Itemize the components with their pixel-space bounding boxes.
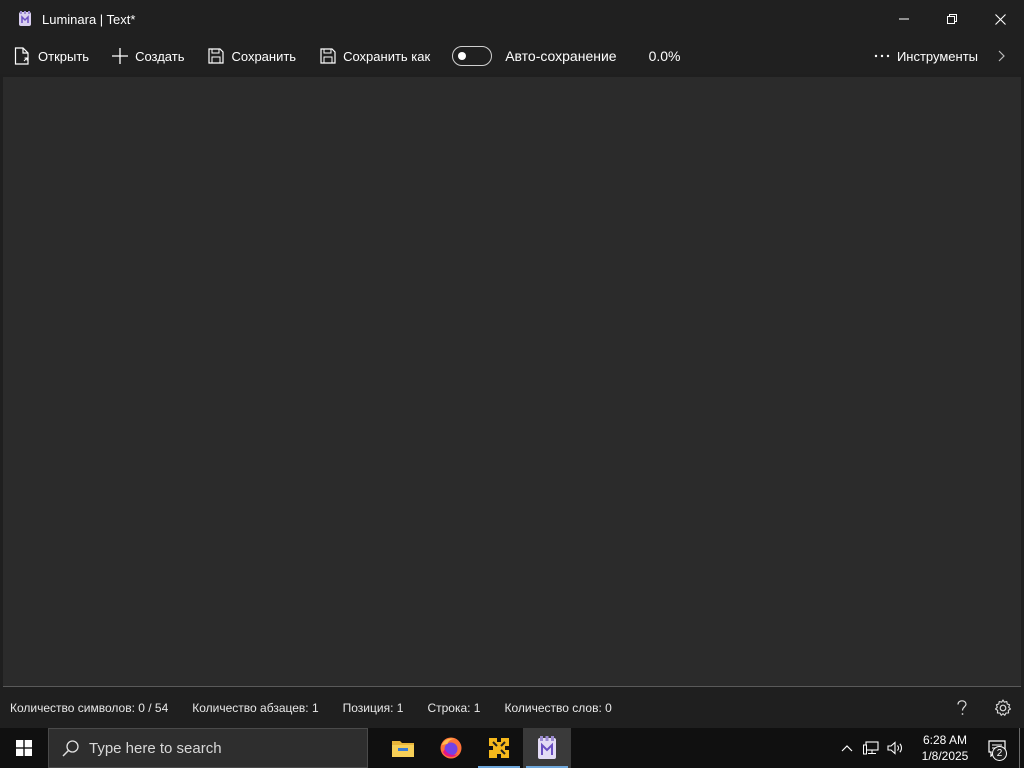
tools-label: Инструменты	[896, 48, 978, 64]
tray-overflow-button[interactable]	[835, 728, 859, 768]
clock-date: 1/8/2025	[921, 749, 969, 763]
taskbar: Type here to search 6:28 AM 1/8/2025 2	[0, 728, 1024, 768]
taskbar-search[interactable]: Type here to search	[48, 728, 368, 768]
save-as-button[interactable]: Сохранить как	[320, 38, 430, 74]
notification-center-button[interactable]: 2	[977, 728, 1017, 768]
tools-button[interactable]: Инструменты	[874, 38, 978, 74]
file-explorer-icon	[392, 741, 414, 757]
tools-area: Инструменты	[874, 38, 1024, 74]
show-desktop-button[interactable]	[1019, 728, 1024, 768]
create-button[interactable]: Создать	[112, 38, 184, 74]
progress-percent: 0.0%	[648, 48, 681, 64]
minimize-icon	[899, 18, 909, 20]
save-as-icon	[320, 48, 336, 64]
volume-button[interactable]	[883, 728, 907, 768]
word-count: Количество слов: 0	[504, 700, 612, 715]
close-icon	[994, 13, 1006, 25]
open-file-icon	[14, 47, 29, 65]
settings-button[interactable]	[982, 687, 1024, 728]
notification-badge: 2	[992, 746, 1007, 761]
window-title: Luminara | Text*	[42, 11, 136, 27]
plus-icon	[112, 48, 129, 64]
char-count: Количество символов: 0 / 54	[10, 700, 169, 715]
luminara-app-icon	[19, 11, 31, 26]
save-button[interactable]: Сохранить	[208, 38, 296, 74]
autosave-label: Авто-сохранение	[505, 48, 617, 64]
network-button[interactable]	[859, 728, 883, 768]
line-number: Строка: 1	[427, 700, 481, 715]
paragraph-count: Количество абзацев: 1	[192, 700, 319, 715]
command-bar: Открыть Создать Сохранить Сохранить как …	[0, 38, 1024, 74]
create-label: Создать	[135, 48, 185, 64]
more-icon	[874, 54, 890, 58]
text-editor[interactable]	[3, 77, 1021, 686]
minimize-button[interactable]	[880, 0, 928, 38]
help-button[interactable]	[942, 687, 982, 728]
clock-time: 6:28 AM	[922, 733, 968, 747]
restore-icon	[947, 14, 957, 24]
system-tray: 6:28 AM 1/8/2025 2	[835, 728, 1024, 768]
gear-icon	[994, 698, 1012, 716]
open-button[interactable]: Открыть	[14, 38, 89, 74]
restore-button[interactable]	[928, 0, 976, 38]
search-placeholder: Type here to search	[89, 739, 222, 757]
autosave-toggle[interactable]	[452, 46, 493, 66]
network-icon	[863, 741, 879, 755]
luminara-icon	[538, 736, 556, 759]
windows-logo-icon	[16, 740, 32, 756]
taskbar-file-explorer[interactable]	[379, 728, 427, 768]
save-label: Сохранить	[231, 48, 297, 64]
status-bar: Количество символов: 0 / 54 Количество а…	[0, 687, 1024, 728]
help-icon	[957, 699, 967, 715]
volume-icon	[886, 741, 902, 755]
taskbar-firefox[interactable]	[427, 728, 475, 768]
expand-button[interactable]	[978, 38, 1024, 74]
chevron-right-icon	[998, 50, 1005, 62]
open-label: Открыть	[38, 48, 90, 64]
taskbar-puzzle-app[interactable]	[475, 728, 523, 768]
save-icon	[208, 48, 225, 64]
title-bar: Luminara | Text*	[0, 0, 1024, 38]
puzzle-app-icon	[489, 738, 509, 758]
status-actions	[942, 687, 1024, 728]
toggle-knob	[458, 52, 467, 60]
save-as-label: Сохранить как	[343, 48, 431, 64]
cursor-position: Позиция: 1	[342, 700, 404, 715]
chevron-up-icon	[841, 744, 853, 751]
close-button[interactable]	[976, 0, 1024, 38]
start-button[interactable]	[0, 728, 48, 768]
search-icon	[62, 739, 79, 757]
taskbar-luminara[interactable]	[523, 728, 571, 768]
clock[interactable]: 6:28 AM 1/8/2025	[913, 732, 977, 764]
window-controls	[880, 0, 1024, 38]
firefox-icon	[440, 737, 462, 759]
